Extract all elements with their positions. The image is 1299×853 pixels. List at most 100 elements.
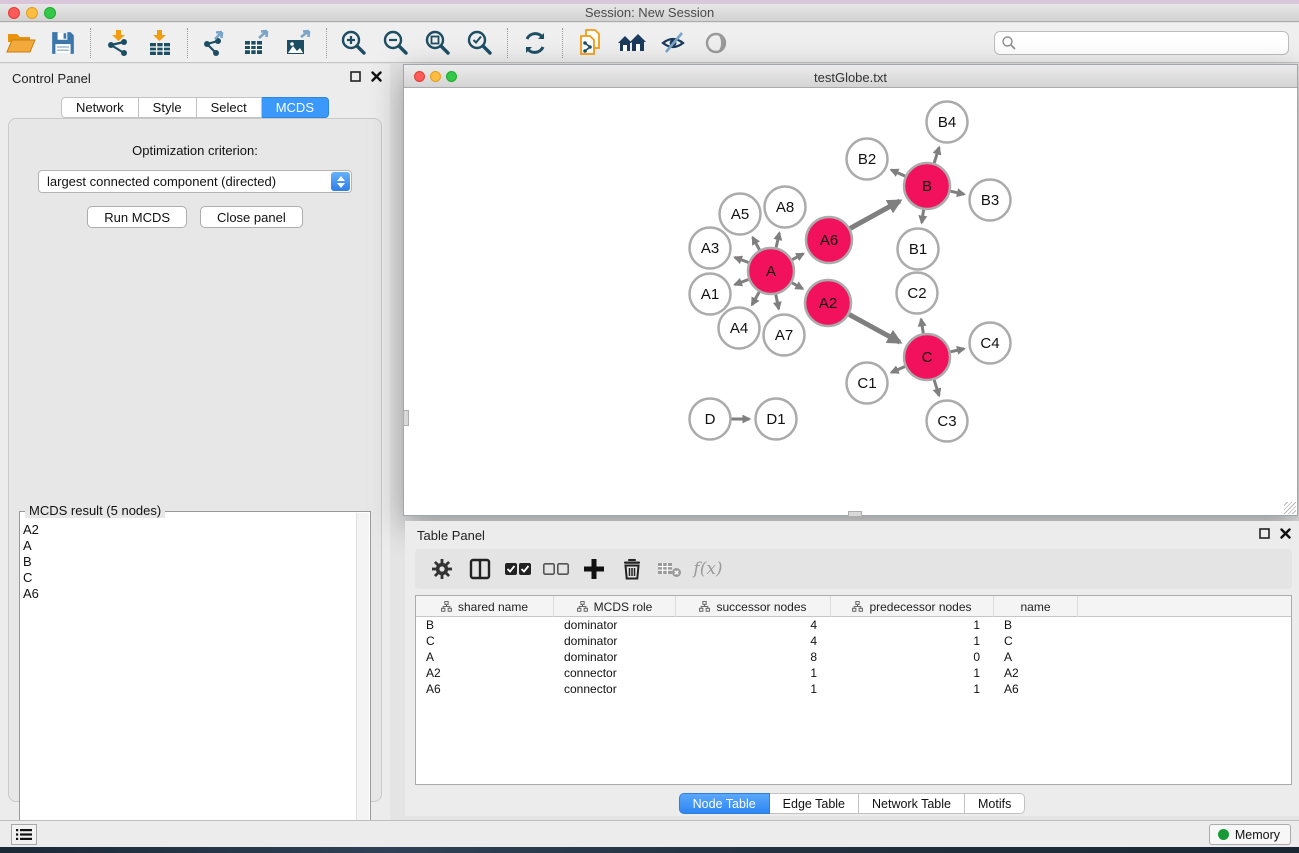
result-scrollbar[interactable] (356, 513, 369, 849)
search-input[interactable] (1017, 36, 1288, 50)
graph-node-label: C4 (980, 335, 999, 352)
column-header-predecessor-nodes[interactable]: predecessor nodes (831, 596, 994, 617)
add-column-button[interactable] (575, 552, 613, 586)
run-mcds-button[interactable]: Run MCDS (87, 206, 187, 228)
graph-node-label: D1 (766, 411, 785, 428)
result-item[interactable]: C (23, 570, 354, 586)
search-box[interactable] (994, 31, 1289, 55)
save-session-button[interactable] (42, 26, 84, 60)
function-builder-button[interactable]: f(x) (689, 552, 727, 586)
tab-network-table[interactable]: Network Table (859, 793, 965, 814)
shared-column-icon (577, 601, 588, 612)
zoom-out-button[interactable] (375, 26, 417, 60)
graph-edge-A-A4[interactable] (752, 292, 759, 305)
graph-edge-A-A2[interactable] (792, 283, 803, 289)
shared-column-icon (441, 601, 452, 612)
import-network-button[interactable] (97, 26, 139, 60)
table-row[interactable]: Adominator80A (416, 649, 1291, 665)
export-image-button[interactable] (278, 26, 320, 60)
table-cell: connector (554, 681, 676, 697)
zoom-in-button[interactable] (333, 26, 375, 60)
delete-column-button[interactable] (613, 552, 651, 586)
table-cell (1078, 617, 1291, 633)
graph-edge-C-C3[interactable] (934, 380, 939, 396)
panel-list-button[interactable] (11, 824, 37, 845)
result-item[interactable]: A2 (23, 522, 354, 538)
zoom-fit-button[interactable] (417, 26, 459, 60)
zoom-selected-button[interactable] (459, 26, 501, 60)
table-row[interactable]: Cdominator41C (416, 633, 1291, 649)
graph-edge-A6-B[interactable] (850, 201, 900, 228)
memory-button[interactable]: Memory (1209, 824, 1291, 845)
show-panels-button[interactable] (695, 26, 737, 60)
float-panel-icon[interactable] (1259, 528, 1270, 539)
open-session-button[interactable] (0, 26, 42, 60)
graph-edge-B-B2[interactable] (891, 170, 905, 176)
optimization-criterion-label: Optimization criterion: (9, 143, 381, 158)
graph-edge-A-A7[interactable] (776, 295, 779, 310)
column-header-shared-name[interactable]: shared name (416, 596, 554, 617)
tab-motifs[interactable]: Motifs (965, 793, 1025, 814)
graph-edge-C-C1[interactable] (891, 367, 905, 373)
column-header-MCDS-role[interactable]: MCDS role (554, 596, 676, 617)
network-window-titlebar[interactable]: testGlobe.txt (404, 65, 1297, 88)
cybrowser-home-button[interactable] (611, 26, 653, 60)
graph-edge-B-B4[interactable] (934, 147, 939, 163)
import-table-button[interactable] (139, 26, 181, 60)
result-item[interactable]: A6 (23, 586, 354, 602)
graph-edge-A-A3[interactable] (735, 257, 749, 262)
column-header-name[interactable]: name (994, 596, 1078, 617)
tab-network[interactable]: Network (61, 97, 139, 118)
graph-edge-A2-C[interactable] (849, 314, 900, 342)
tab-mcds[interactable]: MCDS (262, 97, 329, 118)
optimization-criterion-dropdown[interactable]: largest connected component (directed) (38, 170, 352, 193)
graph-edge-A-A8[interactable] (776, 233, 779, 248)
float-panel-icon[interactable] (350, 71, 361, 82)
network-view-window: testGlobe.txt B4B2BB3A5A8A6A3B1AC2A1A2A4… (403, 64, 1298, 516)
split-handle-bottom[interactable] (848, 511, 862, 517)
mcds-result-list[interactable]: A2ABCA6 (23, 522, 354, 847)
result-item[interactable]: B (23, 554, 354, 570)
table-cell: 1 (831, 633, 994, 649)
refresh-button[interactable] (514, 26, 556, 60)
close-panel-icon[interactable] (371, 71, 382, 82)
column-header-successor-nodes[interactable]: successor nodes (676, 596, 831, 617)
hide-panels-button[interactable] (653, 26, 695, 60)
result-item[interactable]: A (23, 538, 354, 554)
save-session-icon (50, 30, 76, 56)
close-panel-icon[interactable] (1280, 528, 1291, 539)
graph-edge-B-B1[interactable] (922, 210, 924, 223)
export-network-button[interactable] (194, 26, 236, 60)
tab-node-table[interactable]: Node Table (679, 793, 770, 814)
clone-network-button[interactable] (569, 26, 611, 60)
desktop-edge-strip (0, 0, 1299, 4)
column-header-empty[interactable] (1078, 596, 1291, 617)
deselect-all-button[interactable] (537, 552, 575, 586)
graph-edge-A-A6[interactable] (792, 254, 803, 260)
tab-edge-table[interactable]: Edge Table (770, 793, 859, 814)
refresh-icon (522, 30, 548, 56)
tab-select[interactable]: Select (197, 97, 262, 118)
graph-edge-A-A1[interactable] (735, 279, 749, 284)
resize-corner[interactable] (1284, 502, 1296, 514)
column-view-button[interactable] (461, 552, 499, 586)
graph-edge-C-C2[interactable] (921, 319, 923, 333)
tab-style[interactable]: Style (139, 97, 197, 118)
graph-edge-C-C4[interactable] (950, 349, 964, 352)
import-network-icon (105, 29, 131, 57)
delete-table-button[interactable] (651, 552, 689, 586)
settings-gear-icon (430, 557, 454, 581)
table-row[interactable]: A6connector11A6 (416, 681, 1291, 697)
graph-edge-A-A5[interactable] (753, 237, 760, 250)
close-panel-button[interactable]: Close panel (200, 206, 303, 228)
table-row[interactable]: Bdominator41B (416, 617, 1291, 633)
network-canvas[interactable]: B4B2BB3A5A8A6A3B1AC2A1A2A4A7C4CC1DD1C3 (404, 89, 1297, 515)
graph-edge-B-B3[interactable] (950, 191, 964, 194)
export-table-button[interactable] (236, 26, 278, 60)
settings-gear-button[interactable] (423, 552, 461, 586)
split-handle-left[interactable] (403, 410, 409, 426)
table-row[interactable]: A2connector11A2 (416, 665, 1291, 681)
network-graph[interactable]: B4B2BB3A5A8A6A3B1AC2A1A2A4A7C4CC1DD1C3 (404, 89, 1297, 515)
node-table[interactable]: shared nameMCDS rolesuccessor nodesprede… (415, 595, 1292, 785)
select-all-button[interactable] (499, 552, 537, 586)
